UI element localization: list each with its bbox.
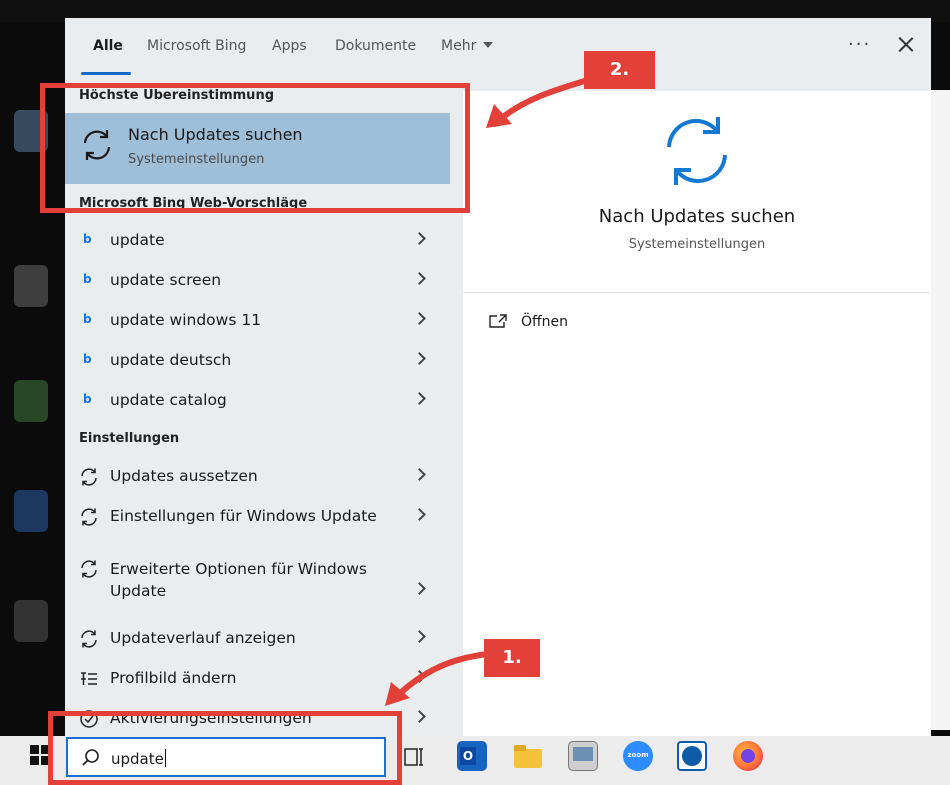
annotation-arrows [385, 77, 591, 706]
